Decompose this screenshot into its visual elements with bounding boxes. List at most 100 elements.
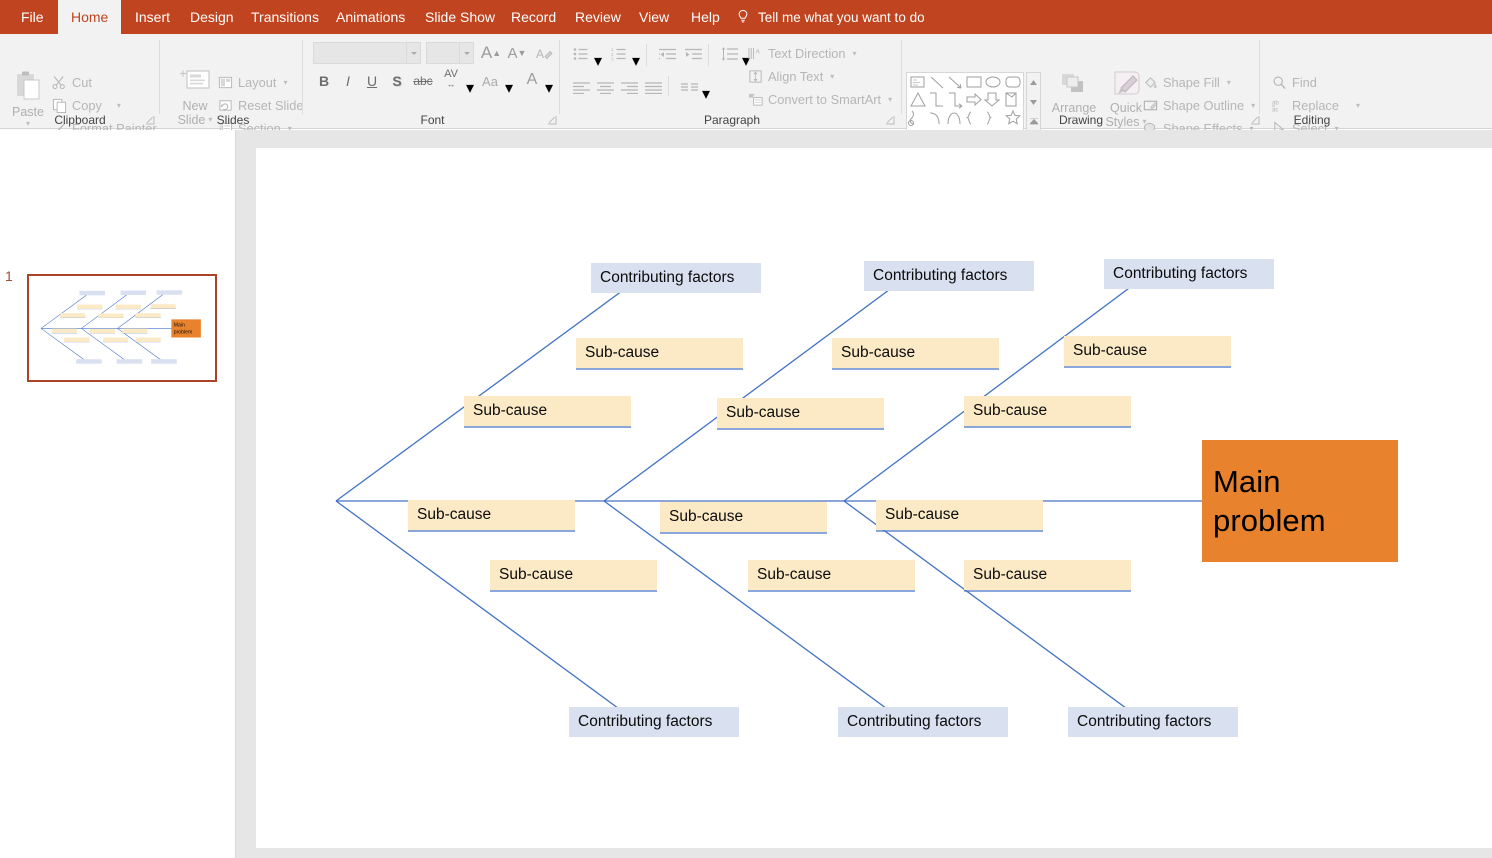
slide-thumbnail-1[interactable]: Main problem xyxy=(27,274,217,382)
tab-design[interactable]: Design xyxy=(177,0,247,34)
numbering-button[interactable]: 1 2 3 xyxy=(608,44,630,64)
subcause-box[interactable]: Sub-cause xyxy=(964,560,1131,590)
contributing-factor-box[interactable]: Contributing factors xyxy=(864,261,1034,291)
clipboard-dialog-launcher-icon[interactable] xyxy=(145,115,155,125)
tab-view[interactable]: View xyxy=(626,0,682,34)
shape-fill-button[interactable]: Shape Fill ▾ xyxy=(1143,75,1231,90)
copy-button[interactable]: Copy ▾ xyxy=(52,98,121,113)
tell-me-search[interactable]: Tell me what you want to do xyxy=(735,0,925,34)
slide-canvas-area[interactable]: Contributing factors Contributing factor… xyxy=(236,130,1492,858)
change-case-chevron-down-icon[interactable]: ▾ xyxy=(505,78,513,98)
main-problem-box[interactable]: Main problem xyxy=(1202,440,1398,562)
font-name-chevron-down-icon[interactable] xyxy=(406,43,420,63)
bullets-button[interactable] xyxy=(570,44,592,64)
align-center-button[interactable] xyxy=(594,78,616,98)
shape-outline-button[interactable]: Shape Outline ▾ xyxy=(1143,98,1255,113)
shapes-more-button[interactable] xyxy=(1027,112,1040,131)
copy-chevron-down-icon[interactable]: ▾ xyxy=(117,101,121,110)
italic-button[interactable]: I xyxy=(337,70,359,92)
shape-fill-chevron-down-icon[interactable]: ▾ xyxy=(1227,78,1231,87)
tab-label: Design xyxy=(190,9,234,25)
character-spacing-button[interactable]: AV ↔ xyxy=(438,66,464,92)
paragraph-dialog-launcher-icon[interactable] xyxy=(885,115,895,125)
clear-formatting-button[interactable]: A xyxy=(533,42,555,64)
tab-transitions[interactable]: Transitions xyxy=(238,0,332,34)
font-name-combo[interactable] xyxy=(313,42,421,64)
text-direction-chevron-down-icon[interactable]: ▾ xyxy=(853,49,857,58)
tab-home[interactable]: Home xyxy=(58,0,122,34)
scissors-icon xyxy=(52,76,65,90)
replace-button[interactable]: ab ac Replace ▾ xyxy=(1272,98,1360,113)
convert-to-smartart-button[interactable]: Convert to SmartArt ▾ xyxy=(748,92,892,107)
align-text-chevron-down-icon[interactable]: ▾ xyxy=(830,72,834,81)
contributing-factor-box[interactable]: Contributing factors xyxy=(1104,259,1274,289)
text-shadow-button[interactable]: S xyxy=(386,70,408,92)
reset-slide-button[interactable]: Reset Slide xyxy=(218,98,303,113)
subcause-box[interactable]: Sub-cause xyxy=(876,500,1043,530)
bold-button[interactable]: B xyxy=(313,70,335,92)
subcause-box[interactable]: Sub-cause xyxy=(964,396,1131,426)
shapes-scroll-down-button[interactable] xyxy=(1027,93,1040,112)
align-left-button[interactable] xyxy=(570,78,592,98)
bullets-chevron-down-icon[interactable]: ▾ xyxy=(594,51,602,71)
font-color-button[interactable]: A xyxy=(521,68,543,92)
justify-button[interactable] xyxy=(642,78,664,98)
shapes-gallery-scrollbar[interactable] xyxy=(1026,72,1041,132)
replace-chevron-down-icon[interactable]: ▾ xyxy=(1356,101,1360,110)
grow-font-button[interactable]: A ▲ xyxy=(479,42,503,64)
tab-animations[interactable]: Animations xyxy=(323,0,418,34)
layout-button[interactable]: Layout ▾ xyxy=(218,75,287,90)
arrange-button[interactable]: Arrange ▾ xyxy=(1048,72,1100,124)
subcause-box[interactable]: Sub-cause xyxy=(717,398,884,428)
align-right-button[interactable] xyxy=(618,78,640,98)
font-color-label: A xyxy=(526,71,538,88)
underline-button[interactable]: U xyxy=(361,70,383,92)
character-spacing-chevron-down-icon[interactable]: ▾ xyxy=(466,78,474,98)
change-case-button[interactable]: Aa xyxy=(477,70,503,92)
tab-help[interactable]: Help xyxy=(678,0,733,34)
align-text-button[interactable]: Align Text ▾ xyxy=(748,69,834,84)
columns-chevron-down-icon[interactable]: ▾ xyxy=(702,84,710,104)
line-spacing-button[interactable] xyxy=(718,44,740,64)
find-button[interactable]: Find xyxy=(1272,75,1317,90)
cut-button[interactable]: Cut xyxy=(52,75,92,90)
increase-indent-button[interactable] xyxy=(682,44,704,64)
strikethrough-button[interactable]: abc xyxy=(410,70,436,92)
slide-surface[interactable]: Contributing factors Contributing factor… xyxy=(256,148,1492,848)
subcause-box[interactable]: Sub-cause xyxy=(408,500,575,530)
tab-file[interactable]: File xyxy=(8,0,57,34)
contributing-factor-box[interactable]: Contributing factors xyxy=(1068,707,1238,737)
contributing-factor-box[interactable]: Contributing factors xyxy=(591,263,761,293)
subcause-box[interactable]: Sub-cause xyxy=(490,560,657,590)
subcause-box[interactable]: Sub-cause xyxy=(576,338,743,368)
font-color-chevron-down-icon[interactable]: ▾ xyxy=(545,78,553,98)
shapes-scroll-up-button[interactable] xyxy=(1027,73,1040,92)
columns-button[interactable] xyxy=(678,78,700,98)
font-dialog-launcher-icon[interactable] xyxy=(547,115,557,125)
smartart-chevron-down-icon[interactable]: ▾ xyxy=(888,95,892,104)
shrink-font-button[interactable]: A ▼ xyxy=(505,42,529,64)
subcause-box[interactable]: Sub-cause xyxy=(832,338,999,368)
shape-outline-chevron-down-icon[interactable]: ▾ xyxy=(1251,101,1255,110)
tab-review[interactable]: Review xyxy=(562,0,634,34)
tab-label: Review xyxy=(575,9,621,25)
contributing-factor-box[interactable]: Contributing factors xyxy=(838,707,1008,737)
contributing-factor-box[interactable]: Contributing factors xyxy=(569,707,739,737)
font-size-combo[interactable] xyxy=(426,42,474,64)
subcause-box[interactable]: Sub-cause xyxy=(748,560,915,590)
subcause-label: Sub-cause xyxy=(473,402,548,420)
numbering-chevron-down-icon[interactable]: ▾ xyxy=(632,51,640,71)
slide-thumbnail-panel[interactable]: 1 Main problem xyxy=(0,130,236,858)
subcause-box[interactable]: Sub-cause xyxy=(660,502,827,532)
subcause-box[interactable]: Sub-cause xyxy=(464,396,631,426)
layout-chevron-down-icon[interactable]: ▾ xyxy=(283,78,287,87)
subcause-box[interactable]: Sub-cause xyxy=(1064,336,1231,366)
font-size-chevron-down-icon[interactable] xyxy=(459,43,473,63)
decrease-indent-button[interactable] xyxy=(656,44,678,64)
tab-insert[interactable]: Insert xyxy=(122,0,183,34)
tab-slide-show[interactable]: Slide Show xyxy=(412,0,508,34)
tab-record[interactable]: Record xyxy=(498,0,569,34)
text-direction-button[interactable]: A Text Direction ▾ xyxy=(748,46,857,61)
shapes-gallery[interactable] xyxy=(906,72,1024,132)
group-separator xyxy=(1259,40,1260,114)
